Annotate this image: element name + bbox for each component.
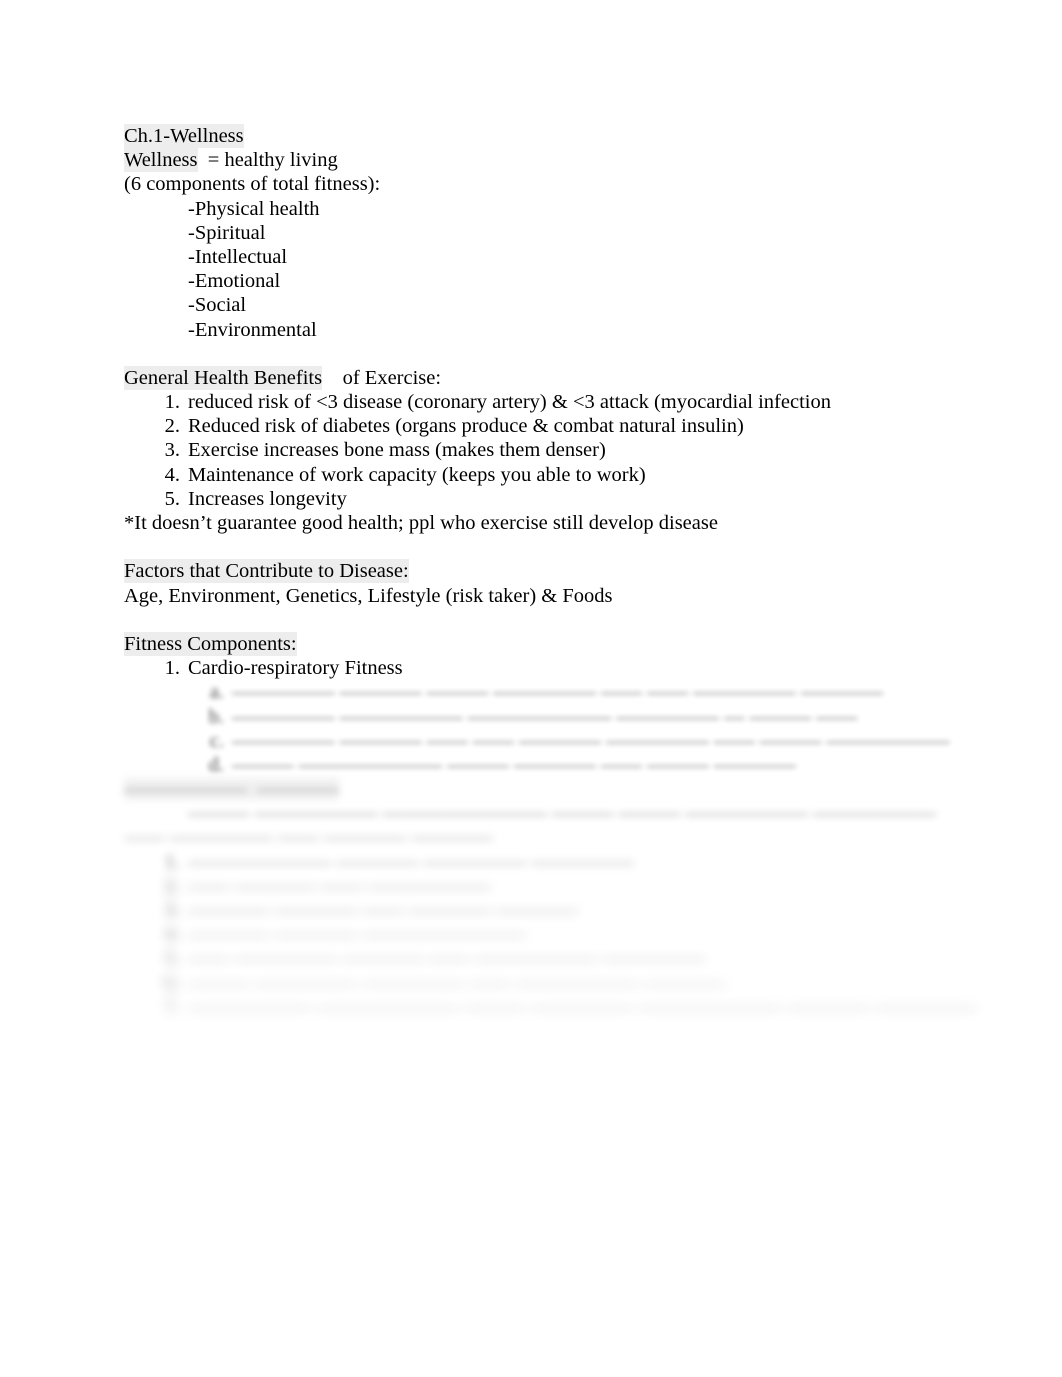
list-item-text: ——— ——————— ——— ———— —— ——— ———— [232,753,796,776]
list-item: 3. ———— ———— —— ———— ———— [124,898,954,922]
chapter-title-text: Ch.1-Wellness [124,124,244,148]
list-item: d. ——— ——————— ——— ———— —— ——— ———— [168,753,954,777]
list-item-text: Maintenance of work capacity (keeps you … [188,463,646,486]
list-item: 3. Exercise increases bone mass (makes th… [124,438,954,462]
list-item-text: ————— —————— ——————— ————— — ——— —— [232,705,858,728]
list-item: 5. —— ————— ———— —— —————— ————— [124,946,954,970]
list-item-number: 5. [164,947,180,970]
list-item: 2. Reduced risk of diabetes (organs produ… [124,414,954,438]
list-item-text: —— ————— ———— —— —————— ————— [188,947,706,970]
fitness-heading: Fitness Components: [124,631,954,656]
list-item-number: c. [209,729,224,752]
obscured-heading-2: —— ————— —— ———— ———— [124,826,493,849]
component-item: -Intellectual [188,245,288,268]
list-item-number: 3. [164,899,180,921]
list-item-number: 5. [164,487,180,510]
list-item-number: 4. [164,923,180,946]
fitness-list: 1. Cardio-respiratory Fitness [124,656,954,680]
list-item: 1. reduced risk of <3 disease (coronary a… [124,390,954,414]
list-item: 5. Increases longevity [124,487,954,511]
list-item-number: 4. [164,463,180,486]
component-item: -Emotional [188,270,281,293]
list-item: 2. —— ———— —— —————— [124,874,954,898]
obscured-heading-1-text: —————— ———— [124,778,340,801]
benefits-heading-rest: of Exercise: [322,366,442,389]
list-item-text: —————— ——————— ——— ————— ——————— ———— ——… [188,995,978,1018]
list-item-number: b. [208,705,224,728]
list-item: 1. Cardio-respiratory Fitness [124,656,954,680]
list-item-text: —— ———— —— —————— [188,874,491,897]
list-item-text: ————— ———— —— —— ———— ————— —— ——— —————… [232,729,950,752]
list-item: 4. ———— ———— ———————— [124,922,954,946]
component-item: -Social [188,294,247,317]
fitness-heading-text: Fitness Components: [124,631,297,656]
list-item-text: ——— ————— ————— —— —————— ———— [188,971,727,994]
benefits-heading-highlight: General Health Benefits [124,365,323,390]
list-item: 4. Maintenance of work capacity (keeps yo… [124,463,954,487]
list-item-number: 1. [164,391,180,414]
list-item-number: 1. [164,657,180,680]
wellness-term: Wellness [124,148,198,173]
list-item: 6. ——— ————— ————— —— —————— ———— [124,971,954,995]
list-item-number: 2. [164,874,180,897]
list-item-number: 1. [164,850,180,873]
list-item-text: Cardio-respiratory Fitness [188,657,403,680]
list-item: c. ————— ———— —— —— ———— ————— —— ——— ———… [168,729,954,753]
list-item: 7. —————— ——————— ——— ————— ——————— ———— … [124,995,978,1019]
component-item: -Physical health [188,197,320,220]
document-body: Ch.1-Wellness Wellness = healthy living … [124,124,978,1019]
list-item: 1. ——————— ———— ————— ————— [124,850,954,874]
list-item-number: 3. [164,439,180,462]
list-item-number: 6. [164,971,180,994]
benefits-list: 1. reduced risk of <3 disease (coronary a… [124,390,954,511]
obscured-heading-1-sub: ——— —————— ———————— ——— ——— —————— —————… [188,802,937,825]
list-item: a. ————— ———— ——— ————— —— —— ————— ———— [168,680,954,704]
factors-line: Age, Environment, Genetics, Lifestyle (r… [124,584,613,607]
obscured-list: 1. ——————— ———— ————— ————— 2. —— ———— —— … [124,850,978,1019]
document-page: Ch.1-Wellness Wellness = healthy living … [0,0,1062,1377]
factors-heading-text: Factors that Contribute to Disease: [124,559,409,584]
components-intro: (6 components of total fitness): [124,173,381,196]
list-item: b. ————— —————— ——————— ————— — ——— —— [168,705,954,729]
component-item: -Spiritual [188,221,266,244]
list-item-text: ———— ———— —— ———— ———— [188,899,578,921]
list-item-text: ———— ———— ———————— [188,923,527,946]
list-item-number: 7. [164,995,180,1018]
wellness-definition-line: Wellness = healthy living [124,148,954,173]
factors-heading: Factors that Contribute to Disease: [124,559,954,584]
benefits-note: *It doesn’t guarantee good health; ppl w… [124,512,718,534]
list-item-text: Exercise increases bone mass (makes them… [188,439,606,462]
list-item-number: 2. [164,415,180,438]
component-item: -Environmental [188,318,317,341]
list-item-text: ——————— ———— ————— ————— [188,850,634,873]
chapter-title: Ch.1-Wellness [124,124,954,148]
obscured-region: a. ————— ———— ——— ————— —— —— ————— ———— … [124,680,978,1019]
list-item-text: ————— ———— ——— ————— —— —— ————— ———— [232,681,883,704]
obscured-heading-1: —————— ———— [124,777,954,801]
list-item-number: a. [209,681,224,704]
list-item-text: Reduced risk of diabetes (organs produce… [188,415,744,438]
wellness-definition-rest: = healthy living [197,149,338,172]
obscured-sublist: a. ————— ———— ——— ————— —— —— ————— ———— … [124,680,954,777]
list-item-number: d. [208,753,224,776]
list-item-text: reduced risk of <3 disease (coronary art… [188,391,831,414]
benefits-heading: General Health Benefits of Exercise: [124,365,954,390]
list-item-text: Increases longevity [188,487,347,510]
